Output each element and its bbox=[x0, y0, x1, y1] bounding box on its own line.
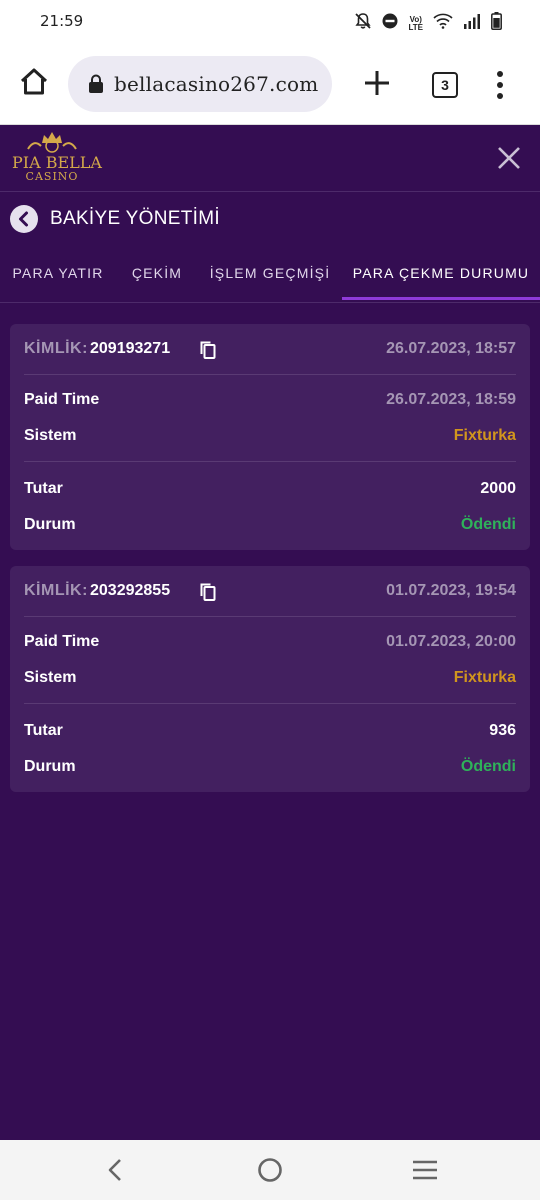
system-label: Sistem bbox=[24, 669, 77, 686]
status-bar: 21:59 Vo) LTE bbox=[0, 0, 540, 44]
card-amount-status: Tutar 2000 Durum Ödendi bbox=[24, 462, 516, 548]
battery-icon bbox=[491, 12, 502, 35]
created-date: 26.07.2023, 18:57 bbox=[386, 340, 516, 357]
card-header: KİMLİK: 209193271 26.07.2023, 18:57 bbox=[24, 324, 516, 375]
card-details: Paid Time 26.07.2023, 18:59 Sistem Fixtu… bbox=[24, 375, 516, 462]
tab-withdraw[interactable]: ÇEKİM bbox=[116, 250, 198, 300]
withdrawal-card: KİMLİK: 203292855 01.07.2023, 19:54 Paid… bbox=[10, 566, 530, 792]
amount-value: 936 bbox=[489, 722, 516, 739]
tab-withdrawal-status[interactable]: PARA ÇEKME DURUMU bbox=[342, 250, 540, 300]
back-chevron-icon[interactable] bbox=[102, 1158, 130, 1182]
system-value: Fixturka bbox=[453, 427, 516, 444]
created-date: 01.07.2023, 19:54 bbox=[386, 582, 516, 599]
page-title: BAKİYE YÖNETİMİ bbox=[50, 208, 220, 229]
system-value: Fixturka bbox=[453, 669, 516, 686]
row-paid-time: Paid Time 01.07.2023, 20:00 bbox=[24, 623, 516, 659]
home-circle-icon[interactable] bbox=[256, 1158, 284, 1182]
tab-bar: PARA YATIR ÇEKİM İŞLEM GEÇMİŞİ PARA ÇEKM… bbox=[0, 250, 540, 303]
id-value: 203292855 bbox=[90, 582, 171, 599]
chevron-left-icon bbox=[19, 211, 28, 227]
address-bar[interactable]: bellacasino267.com bbox=[68, 56, 332, 112]
row-system: Sistem Fixturka bbox=[24, 659, 516, 695]
id-label: KİMLİK: bbox=[24, 340, 88, 357]
row-amount: Tutar 936 bbox=[24, 712, 516, 748]
id-label: KİMLİK: bbox=[24, 582, 88, 599]
browser-toolbar: bellacasino267.com 3 bbox=[0, 44, 540, 125]
logo[interactable]: PIA BELLA CASINO bbox=[12, 129, 102, 187]
card-header: KİMLİK: 203292855 01.07.2023, 19:54 bbox=[24, 566, 516, 617]
row-status: Durum Ödendi bbox=[24, 506, 516, 542]
paid-time-label: Paid Time bbox=[24, 633, 100, 650]
row-amount: Tutar 2000 bbox=[24, 470, 516, 506]
status-label: Durum bbox=[24, 758, 76, 775]
kebab-menu-icon[interactable] bbox=[490, 70, 510, 100]
bell-off-icon bbox=[354, 12, 372, 35]
paid-time-label: Paid Time bbox=[24, 391, 100, 408]
logo-title: PIA BELLA bbox=[12, 153, 102, 172]
volte-bottom-label: LTE bbox=[408, 22, 423, 32]
close-icon[interactable] bbox=[497, 146, 521, 170]
row-paid-time: Paid Time 26.07.2023, 18:59 bbox=[24, 381, 516, 417]
card-details: Paid Time 01.07.2023, 20:00 Sistem Fixtu… bbox=[24, 617, 516, 704]
tab-transaction-history[interactable]: İŞLEM GEÇMİŞİ bbox=[198, 250, 342, 300]
status-value: Ödendi bbox=[460, 516, 516, 533]
app-header: PIA BELLA CASINO bbox=[0, 125, 540, 192]
paid-time-value: 01.07.2023, 20:00 bbox=[386, 633, 516, 650]
title-row: BAKİYE YÖNETİMİ bbox=[0, 192, 540, 248]
logo-subtitle: CASINO bbox=[25, 170, 79, 183]
url-text: bellacasino267.com bbox=[114, 72, 319, 96]
tab-deposit[interactable]: PARA YATIR bbox=[0, 250, 116, 300]
status-label: Durum bbox=[24, 516, 76, 533]
signal-icon bbox=[463, 13, 481, 34]
amount-label: Tutar bbox=[24, 480, 63, 497]
id-value: 209193271 bbox=[90, 340, 171, 357]
crown-icon bbox=[27, 132, 77, 153]
status-icons: Vo) LTE bbox=[354, 12, 502, 35]
withdrawal-card: KİMLİK: 209193271 26.07.2023, 18:57 Paid… bbox=[10, 324, 530, 550]
status-value: Ödendi bbox=[460, 758, 516, 775]
lock-icon bbox=[88, 74, 104, 94]
amount-value: 2000 bbox=[480, 480, 516, 497]
recents-menu-icon[interactable] bbox=[411, 1158, 439, 1182]
system-label: Sistem bbox=[24, 427, 77, 444]
do-not-disturb-icon bbox=[382, 13, 398, 34]
plus-icon[interactable] bbox=[362, 68, 392, 98]
copy-icon[interactable] bbox=[199, 340, 217, 360]
home-icon[interactable] bbox=[18, 66, 50, 98]
row-system: Sistem Fixturka bbox=[24, 417, 516, 453]
status-time: 21:59 bbox=[40, 12, 84, 30]
paid-time-value: 26.07.2023, 18:59 bbox=[386, 391, 516, 408]
volte-icon: Vo) LTE bbox=[408, 15, 423, 32]
wifi-icon bbox=[433, 13, 453, 34]
amount-label: Tutar bbox=[24, 722, 63, 739]
tabs-icon[interactable]: 3 bbox=[432, 72, 458, 98]
copy-icon[interactable] bbox=[199, 582, 217, 602]
card-amount-status: Tutar 936 Durum Ödendi bbox=[24, 704, 516, 790]
row-status: Durum Ödendi bbox=[24, 748, 516, 784]
back-button[interactable] bbox=[10, 205, 38, 233]
system-nav-bar bbox=[0, 1140, 540, 1200]
